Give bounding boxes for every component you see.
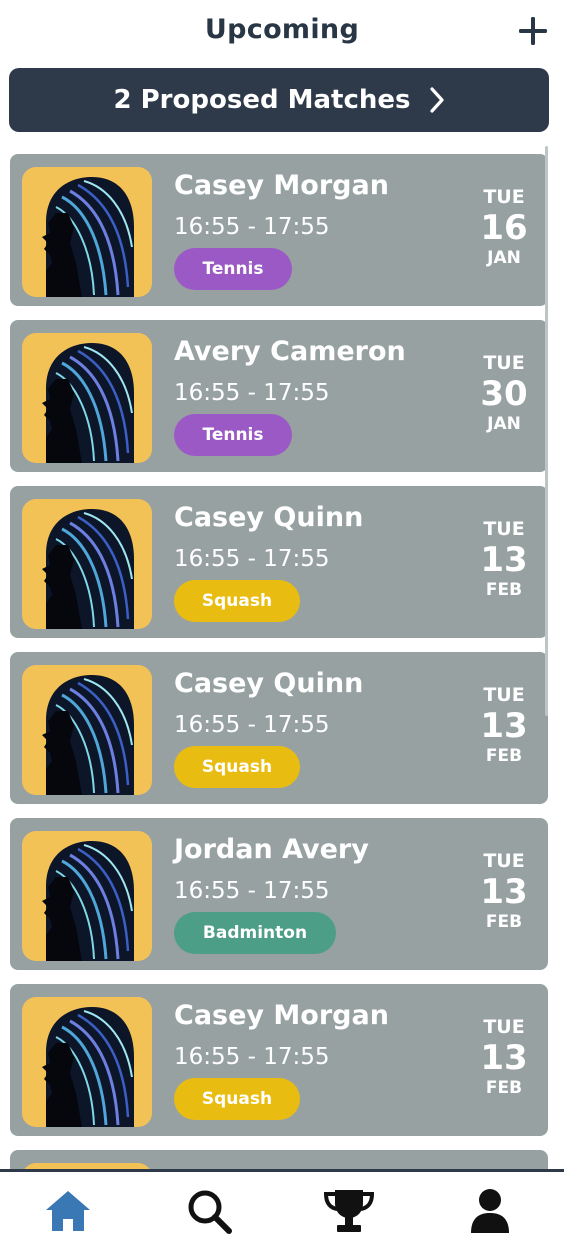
- match-list[interactable]: Casey Morgan 16:55 - 17:55 Tennis TUE 16 JAN A…: [10, 154, 550, 1169]
- avatar: [22, 333, 152, 463]
- opponent-name: Casey Morgan: [174, 1000, 389, 1031]
- match-card[interactable]: Avery Cameron 16:55 - 17:55 Tennis TUE 30 JAN: [10, 320, 548, 472]
- opponent-name: Casey Quinn: [174, 668, 364, 699]
- day-of-week: TUE: [483, 186, 525, 208]
- day-of-week: TUE: [483, 1016, 525, 1038]
- search-icon: [188, 1190, 232, 1234]
- opponent-name: Avery Cameron: [174, 336, 406, 367]
- day-number: 13: [480, 706, 528, 746]
- scrollbar[interactable]: [545, 146, 548, 716]
- day-of-week: TUE: [483, 684, 525, 706]
- plus-icon: [519, 17, 547, 45]
- match-time: 16:55 - 17:55: [174, 214, 330, 240]
- match-date: TUE 13 FEB: [474, 684, 534, 766]
- match-card[interactable]: Casey Quinn 16:55 - 17:55 Squash TUE 13 FEB: [10, 486, 548, 638]
- match-date: TUE 30 JAN: [474, 352, 534, 434]
- nav-profile-button[interactable]: [462, 1186, 518, 1236]
- month: FEB: [485, 580, 523, 600]
- sport-badge: Tennis: [174, 414, 292, 456]
- opponent-name: Casey Morgan: [174, 170, 389, 201]
- match-time: 16:55 - 17:55: [174, 712, 330, 738]
- match-card[interactable]: Jordan Avery 16:55 - 17:55 Badminton TUE 13 F…: [10, 818, 548, 970]
- day-number: 13: [480, 1038, 528, 1078]
- avatar: [22, 997, 152, 1127]
- add-match-button[interactable]: [516, 14, 550, 48]
- day-of-week: TUE: [483, 850, 525, 872]
- page-title: Upcoming: [204, 14, 360, 45]
- chevron-right-icon: [429, 86, 445, 114]
- month: FEB: [485, 1078, 523, 1098]
- home-icon: [46, 1191, 90, 1231]
- nav-home-button[interactable]: [40, 1186, 96, 1236]
- day-of-week: TUE: [483, 352, 525, 374]
- match-date: TUE 13 FEB: [474, 1016, 534, 1098]
- sport-badge: Squash: [174, 580, 300, 622]
- bottom-nav: [0, 1169, 564, 1246]
- match-card[interactable]: Casey Morgan 16:55 - 17:55 Squash TUE 13 FEB: [10, 984, 548, 1136]
- trophy-icon: [323, 1190, 375, 1232]
- proposed-matches-button[interactable]: 2 Proposed Matches: [9, 68, 549, 132]
- day-of-week: TUE: [483, 518, 525, 540]
- match-time: 16:55 - 17:55: [174, 380, 330, 406]
- day-number: 13: [480, 872, 528, 912]
- match-date: TUE 13 FEB: [474, 518, 534, 600]
- match-time: 16:55 - 17:55: [174, 878, 330, 904]
- sport-badge: Squash: [174, 1078, 300, 1120]
- opponent-name: Jordan Avery: [174, 834, 369, 865]
- avatar: [22, 167, 152, 297]
- month: JAN: [487, 414, 521, 434]
- match-card[interactable]: [10, 1150, 548, 1169]
- day-number: 16: [480, 208, 528, 248]
- sport-badge: Badminton: [174, 912, 336, 954]
- avatar: [22, 665, 152, 795]
- match-date: TUE 13 FEB: [474, 850, 534, 932]
- opponent-name: Casey Quinn: [174, 502, 364, 533]
- header: Upcoming: [0, 0, 564, 66]
- month: FEB: [485, 746, 523, 766]
- profile-icon: [471, 1189, 509, 1233]
- sport-badge: Tennis: [174, 248, 292, 290]
- match-card[interactable]: Casey Morgan 16:55 - 17:55 Tennis TUE 16 JAN: [10, 154, 548, 306]
- day-number: 13: [480, 540, 528, 580]
- match-time: 16:55 - 17:55: [174, 1044, 330, 1070]
- match-card[interactable]: Casey Quinn 16:55 - 17:55 Squash TUE 13 FEB: [10, 652, 548, 804]
- nav-trophy-button[interactable]: [321, 1186, 377, 1236]
- proposed-matches-label: 2 Proposed Matches: [113, 85, 411, 115]
- sport-badge: Squash: [174, 746, 300, 788]
- day-number: 30: [480, 374, 528, 414]
- nav-search-button[interactable]: [181, 1186, 237, 1236]
- month: JAN: [487, 248, 521, 268]
- avatar: [22, 499, 152, 629]
- avatar: [22, 831, 152, 961]
- month: FEB: [485, 912, 523, 932]
- match-time: 16:55 - 17:55: [174, 546, 330, 572]
- match-date: TUE 16 JAN: [474, 186, 534, 268]
